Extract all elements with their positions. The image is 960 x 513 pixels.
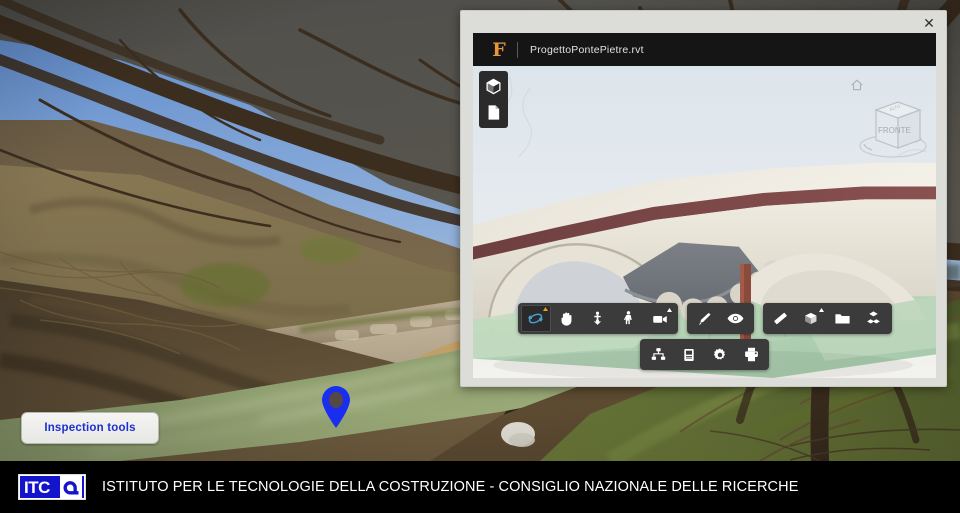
itc-logo-letters: ITC <box>24 477 50 497</box>
anchor-glyph <box>593 311 602 325</box>
bim-viewer-window: ✕ F ProgettoPontePietre.rvt FRONTE ALTO <box>460 10 947 387</box>
orbit-badge-icon <box>542 307 548 311</box>
model-browser-icon[interactable] <box>482 75 505 98</box>
viewer-3d-canvas[interactable]: FRONTE ALTO <box>473 66 936 378</box>
forge-logo-icon: F <box>492 38 506 61</box>
selection-group <box>686 303 754 334</box>
titlebar-divider <box>517 41 518 58</box>
select-pointer-icon[interactable] <box>690 305 720 332</box>
orbit-icon[interactable] <box>520 305 551 332</box>
navigation-group <box>517 303 678 334</box>
camera-badge-icon <box>666 308 672 312</box>
viewer-inner-frame: F ProgettoPontePietre.rvt FRONTE ALTO <box>473 33 936 378</box>
view-cube[interactable]: FRONTE ALTO <box>854 84 932 172</box>
pen-select-glyph <box>698 312 711 325</box>
properties-panel-icon[interactable] <box>674 341 704 368</box>
camera-icon[interactable] <box>645 305 675 332</box>
map-pin-icon <box>322 386 350 428</box>
hand-glyph <box>561 312 572 326</box>
document-icon[interactable] <box>482 101 505 124</box>
panels-group <box>640 339 769 370</box>
tools-group <box>762 303 892 334</box>
section-cube-glyph <box>805 312 817 325</box>
itc-logo-mark-icon <box>60 476 82 498</box>
viewer-filename: ProgettoPontePietre.rvt <box>530 43 644 56</box>
measure-ruler-icon[interactable] <box>766 305 796 332</box>
gear-glyph <box>713 347 726 360</box>
footer-banner: ITC ISTITUTO PER LE TECNOLOGIE DELLA COS… <box>0 461 960 513</box>
ruler-glyph <box>774 312 787 325</box>
close-icon[interactable]: ✕ <box>920 15 938 33</box>
walk-person-icon[interactable] <box>614 305 644 332</box>
viewer-left-toolstack <box>479 71 508 128</box>
app-root: Inspection tools ✕ F ProgettoPontePietre… <box>0 0 960 513</box>
view-cube-front-label: FRONTE <box>878 126 911 135</box>
zoom-anchor-icon[interactable] <box>583 305 613 332</box>
folder-glyph <box>835 314 850 324</box>
itc-spiral-glyph <box>63 481 79 495</box>
cube-glyph <box>486 78 501 95</box>
person-glyph <box>623 311 632 325</box>
eye-visibility-icon[interactable] <box>721 305 751 332</box>
footer-institute-text: ISTITUTO PER LE TECNOLOGIE DELLA COSTRUZ… <box>102 479 799 495</box>
properties-glyph <box>684 348 694 361</box>
pan-hand-icon[interactable] <box>552 305 582 332</box>
viewer-titlebar: F ProgettoPontePietre.rvt <box>473 33 936 66</box>
hierarchy-glyph <box>651 348 665 360</box>
page-glyph <box>488 105 500 120</box>
section-badge-icon <box>818 308 824 312</box>
orbit-glyph <box>527 313 544 324</box>
section-box-icon[interactable] <box>797 305 827 332</box>
map-pin-marker[interactable] <box>320 385 352 429</box>
inspection-tools-button[interactable]: Inspection tools <box>21 412 159 444</box>
print-icon[interactable] <box>736 341 766 368</box>
printer-glyph <box>744 347 758 362</box>
settings-gear-icon[interactable] <box>705 341 735 368</box>
viewer-toolbar-row-primary <box>473 303 936 334</box>
itc-logo: ITC <box>18 474 86 500</box>
itc-logo-inner: ITC <box>20 476 84 498</box>
explode-model-icon[interactable] <box>859 305 889 332</box>
inspection-tools-label: Inspection tools <box>44 422 136 434</box>
explode-glyph <box>867 311 880 324</box>
eye-glyph <box>727 313 744 324</box>
model-tree-icon[interactable] <box>643 341 673 368</box>
folder-icon[interactable] <box>828 305 858 332</box>
